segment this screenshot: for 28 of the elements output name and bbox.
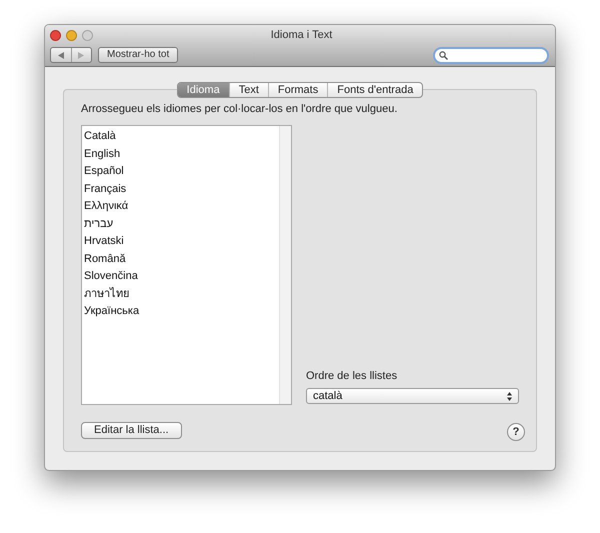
language-item[interactable]: Română [84, 250, 279, 268]
language-item[interactable]: Español [84, 163, 279, 180]
search-icon [439, 50, 448, 60]
tab[interactable]: Formats [268, 83, 328, 97]
tab[interactable]: Fonts d'entrada [327, 83, 422, 97]
language-item[interactable]: Ελληνικά [84, 198, 279, 216]
instruction-text: Arrossegueu els idiomes per col·locar-los en l'ordre que vulgueu. [81, 104, 398, 115]
language-item[interactable]: English [84, 146, 279, 163]
close-button[interactable] [50, 30, 61, 40]
window-title: Idioma i Text [270, 28, 334, 43]
list-order-label: Ordre de les llistes [306, 368, 398, 384]
language-item[interactable]: Slovenčina [84, 268, 279, 286]
tab[interactable]: Text [228, 83, 268, 97]
help-button[interactable]: ? [507, 423, 525, 441]
minimize-button[interactable] [66, 30, 77, 40]
show-all-button[interactable]: Mostrar-ho tot [98, 47, 178, 63]
language-item[interactable]: Hrvatski [84, 233, 279, 250]
language-item[interactable]: ภาษาไทย [84, 286, 279, 303]
up-down-arrows-icon [507, 392, 512, 400]
zoom-button[interactable] [82, 30, 93, 40]
language-item[interactable]: Català [84, 128, 279, 146]
edit-list-button[interactable]: Editar la llista... [81, 422, 182, 438]
list-order-dropdown[interactable]: català [306, 388, 519, 404]
search-field[interactable] [433, 46, 549, 64]
language-item[interactable]: עברית [84, 216, 279, 233]
language-item[interactable]: Українська [84, 303, 279, 320]
navigation-buttons[interactable] [50, 47, 92, 63]
language-item[interactable]: Français [84, 180, 279, 198]
